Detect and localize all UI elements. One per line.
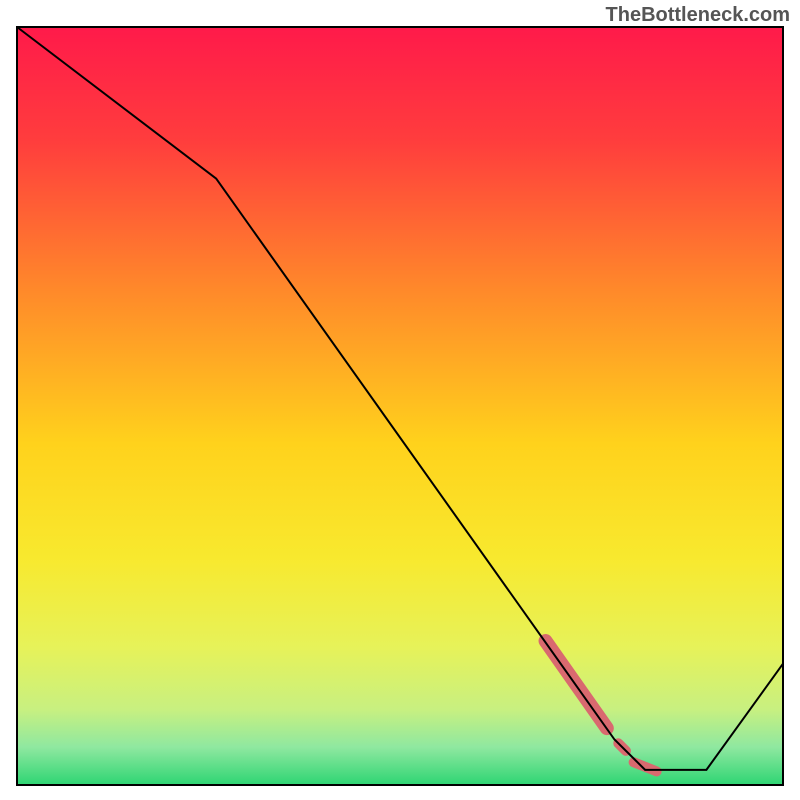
gradient-background xyxy=(17,27,783,785)
chart-container: TheBottleneck.com xyxy=(0,0,800,800)
watermark-label: TheBottleneck.com xyxy=(606,4,790,27)
bottleneck-chart xyxy=(0,0,800,800)
